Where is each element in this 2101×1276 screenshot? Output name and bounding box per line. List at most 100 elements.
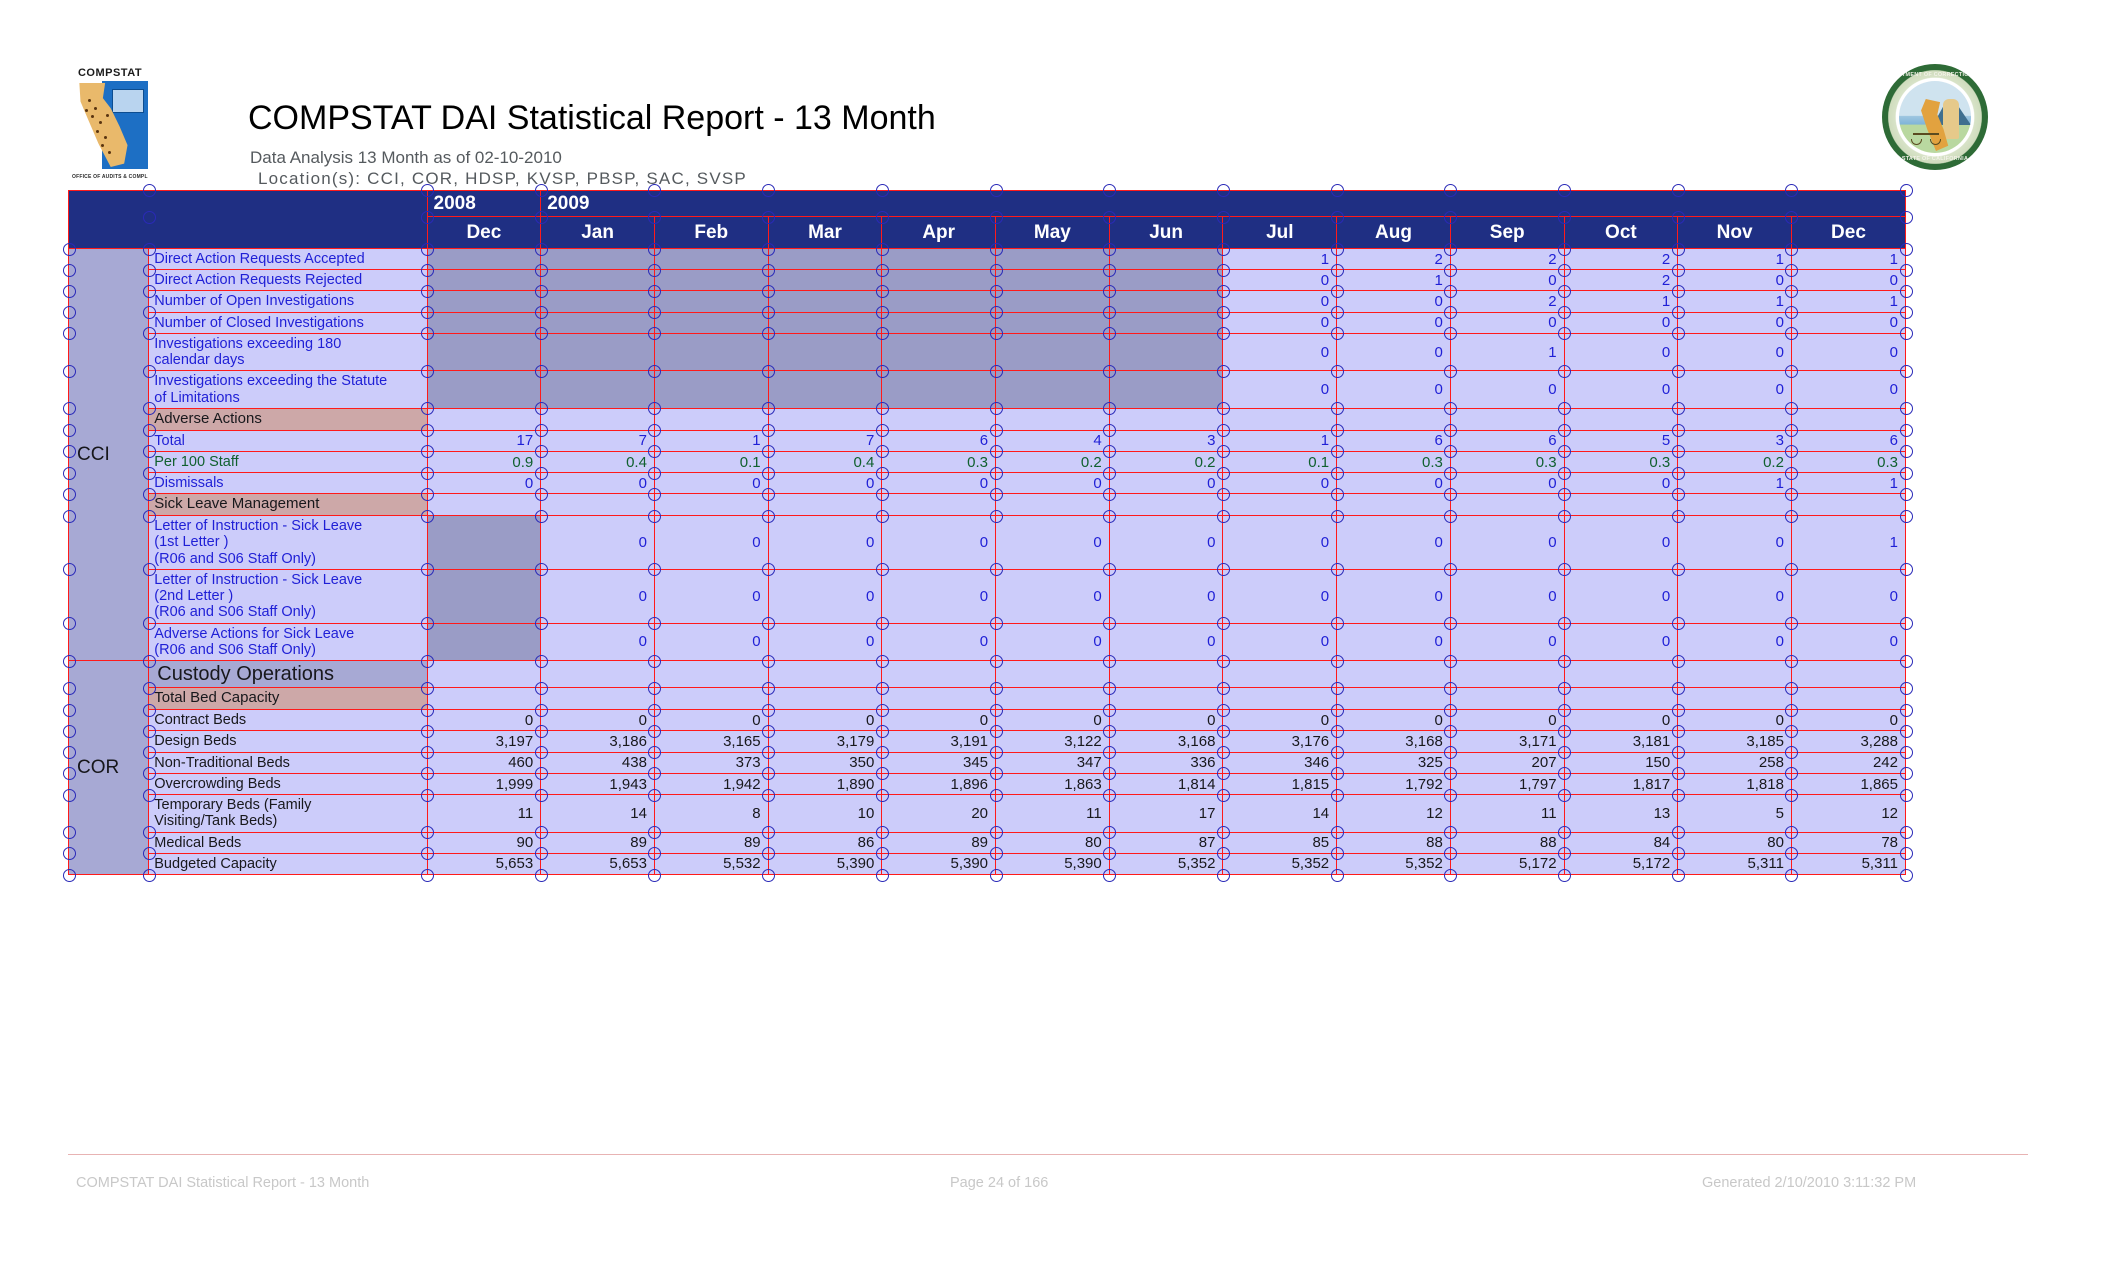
grid-resize-handle[interactable]: [648, 655, 661, 668]
grid-resize-handle[interactable]: [1103, 725, 1116, 738]
grid-resize-handle[interactable]: [1672, 767, 1685, 780]
grid-resize-handle[interactable]: [1103, 563, 1116, 576]
grid-resize-handle[interactable]: [535, 767, 548, 780]
grid-resize-handle[interactable]: [1672, 445, 1685, 458]
grid-resize-handle[interactable]: [990, 327, 1003, 340]
grid-resize-handle[interactable]: [990, 445, 1003, 458]
grid-resize-handle[interactable]: [1331, 264, 1344, 277]
grid-resize-handle[interactable]: [1900, 211, 1913, 224]
grid-resize-handle[interactable]: [535, 327, 548, 340]
grid-resize-handle[interactable]: [1103, 264, 1116, 277]
grid-resize-handle[interactable]: [1558, 488, 1571, 501]
grid-resize-handle[interactable]: [1103, 306, 1116, 319]
grid-resize-handle[interactable]: [1900, 847, 1913, 860]
grid-resize-handle[interactable]: [535, 402, 548, 415]
grid-resize-handle[interactable]: [1785, 704, 1798, 717]
grid-resize-handle[interactable]: [1103, 445, 1116, 458]
grid-resize-handle[interactable]: [990, 211, 1003, 224]
grid-resize-handle[interactable]: [762, 655, 775, 668]
grid-resize-handle[interactable]: [1217, 402, 1230, 415]
grid-resize-handle[interactable]: [876, 365, 889, 378]
grid-resize-handle[interactable]: [1331, 445, 1344, 458]
grid-resize-handle[interactable]: [990, 467, 1003, 480]
grid-resize-handle[interactable]: [762, 327, 775, 340]
grid-resize-handle[interactable]: [1103, 510, 1116, 523]
grid-resize-handle[interactable]: [1672, 327, 1685, 340]
grid-resize-handle[interactable]: [1900, 789, 1913, 802]
grid-resize-handle[interactable]: [421, 617, 434, 630]
grid-resize-handle[interactable]: [648, 402, 661, 415]
grid-resize-handle[interactable]: [1444, 488, 1457, 501]
grid-resize-handle[interactable]: [63, 847, 76, 860]
grid-resize-handle[interactable]: [63, 264, 76, 277]
grid-resize-handle[interactable]: [1331, 655, 1344, 668]
grid-resize-handle[interactable]: [648, 847, 661, 860]
grid-resize-handle[interactable]: [63, 655, 76, 668]
grid-resize-handle[interactable]: [1444, 563, 1457, 576]
grid-resize-handle[interactable]: [762, 826, 775, 839]
grid-resize-handle[interactable]: [1900, 725, 1913, 738]
grid-resize-handle[interactable]: [876, 767, 889, 780]
grid-resize-handle[interactable]: [1785, 746, 1798, 759]
grid-resize-handle[interactable]: [1444, 826, 1457, 839]
grid-resize-handle[interactable]: [1444, 617, 1457, 630]
grid-resize-handle[interactable]: [421, 725, 434, 738]
grid-resize-handle[interactable]: [1672, 264, 1685, 277]
grid-resize-handle[interactable]: [63, 725, 76, 738]
grid-resize-handle[interactable]: [1558, 655, 1571, 668]
grid-resize-handle[interactable]: [1558, 847, 1571, 860]
grid-resize-handle[interactable]: [876, 746, 889, 759]
grid-resize-handle[interactable]: [876, 445, 889, 458]
grid-resize-handle[interactable]: [876, 704, 889, 717]
grid-resize-handle[interactable]: [1785, 306, 1798, 319]
grid-resize-handle[interactable]: [1558, 789, 1571, 802]
grid-resize-handle[interactable]: [1103, 327, 1116, 340]
grid-resize-handle[interactable]: [1217, 869, 1230, 882]
grid-resize-handle[interactable]: [1331, 847, 1344, 860]
grid-resize-handle[interactable]: [535, 746, 548, 759]
grid-resize-handle[interactable]: [1900, 467, 1913, 480]
grid-resize-handle[interactable]: [876, 789, 889, 802]
grid-resize-handle[interactable]: [1900, 488, 1913, 501]
grid-resize-handle[interactable]: [1900, 767, 1913, 780]
grid-resize-handle[interactable]: [1785, 184, 1798, 197]
grid-resize-handle[interactable]: [1672, 563, 1685, 576]
grid-resize-handle[interactable]: [421, 285, 434, 298]
grid-resize-handle[interactable]: [1103, 826, 1116, 839]
grid-resize-handle[interactable]: [1331, 488, 1344, 501]
grid-resize-handle[interactable]: [1558, 211, 1571, 224]
grid-resize-handle[interactable]: [535, 285, 548, 298]
grid-resize-handle[interactable]: [63, 402, 76, 415]
grid-resize-handle[interactable]: [648, 285, 661, 298]
grid-resize-handle[interactable]: [1558, 869, 1571, 882]
grid-resize-handle[interactable]: [990, 655, 1003, 668]
grid-resize-handle[interactable]: [143, 211, 156, 224]
grid-resize-handle[interactable]: [1558, 826, 1571, 839]
grid-resize-handle[interactable]: [535, 682, 548, 695]
grid-resize-handle[interactable]: [1217, 655, 1230, 668]
grid-resize-handle[interactable]: [1900, 826, 1913, 839]
grid-resize-handle[interactable]: [1444, 306, 1457, 319]
grid-resize-handle[interactable]: [143, 869, 156, 882]
grid-resize-handle[interactable]: [421, 306, 434, 319]
grid-resize-handle[interactable]: [1785, 365, 1798, 378]
grid-resize-handle[interactable]: [648, 445, 661, 458]
grid-resize-handle[interactable]: [63, 365, 76, 378]
grid-resize-handle[interactable]: [1558, 285, 1571, 298]
grid-resize-handle[interactable]: [535, 617, 548, 630]
grid-resize-handle[interactable]: [1672, 424, 1685, 437]
grid-resize-handle[interactable]: [421, 184, 434, 197]
grid-resize-handle[interactable]: [535, 211, 548, 224]
grid-resize-handle[interactable]: [1217, 847, 1230, 860]
grid-resize-handle[interactable]: [1103, 682, 1116, 695]
grid-resize-handle[interactable]: [1444, 365, 1457, 378]
grid-resize-handle[interactable]: [1785, 789, 1798, 802]
grid-resize-handle[interactable]: [876, 327, 889, 340]
grid-resize-handle[interactable]: [1331, 467, 1344, 480]
grid-resize-handle[interactable]: [535, 826, 548, 839]
grid-resize-handle[interactable]: [143, 184, 156, 197]
grid-resize-handle[interactable]: [63, 306, 76, 319]
grid-resize-handle[interactable]: [762, 264, 775, 277]
grid-resize-handle[interactable]: [762, 306, 775, 319]
grid-resize-handle[interactable]: [1217, 617, 1230, 630]
